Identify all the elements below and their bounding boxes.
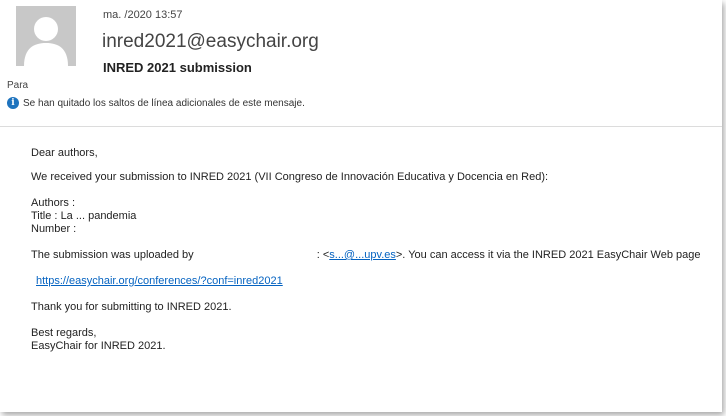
email-subject: INRED 2021 submission — [103, 60, 252, 75]
uploader-email-link[interactable]: s...@...upv.es — [329, 249, 396, 261]
uploaded-suffix: >. You can access it via the INRED 2021 … — [395, 249, 701, 261]
received-line: We received your submission to INRED 202… — [31, 171, 549, 183]
info-text: Se han quitado los saltos de línea adici… — [23, 97, 305, 109]
email-header: ma. /2020 13:57 inred2021@easychair.org … — [0, 0, 722, 118]
uploaded-prefix: The submission was uploaded by — [31, 249, 194, 261]
received-date: ma. /2020 13:57 — [103, 9, 183, 21]
number-line: Number : — [31, 223, 77, 235]
header-divider — [0, 126, 722, 127]
conference-link-line: https://easychair.org/conferences/?conf=… — [31, 275, 721, 288]
to-label: Para — [7, 80, 29, 91]
title-value: La ... pandemia — [60, 210, 137, 222]
title-line: Title : La ... pandemia — [31, 210, 721, 223]
sender-address[interactable]: inred2021@easychair.org — [102, 31, 319, 53]
info-bar[interactable]: i Se han quitado los saltos de línea adi… — [7, 97, 305, 109]
greeting: Dear authors, — [31, 147, 98, 159]
regards-line: Best regards, — [31, 327, 97, 339]
avatar-placeholder-icon — [16, 6, 76, 66]
uploaded-line: The submission was uploaded by : <s...@.… — [31, 249, 701, 261]
title-label: Title : — [31, 210, 58, 222]
authors-line: Authors : — [31, 197, 76, 209]
email-body: Dear authors, We received your submissio… — [31, 147, 721, 353]
conference-link[interactable]: https://easychair.org/conferences/?conf=… — [36, 275, 283, 287]
thanks-line: Thank you for submitting to INRED 2021. — [31, 301, 232, 313]
email-window: ma. /2020 13:57 inred2021@easychair.org … — [0, 0, 722, 412]
info-icon: i — [7, 97, 19, 109]
signature-line: EasyChair for INRED 2021. — [31, 340, 166, 352]
